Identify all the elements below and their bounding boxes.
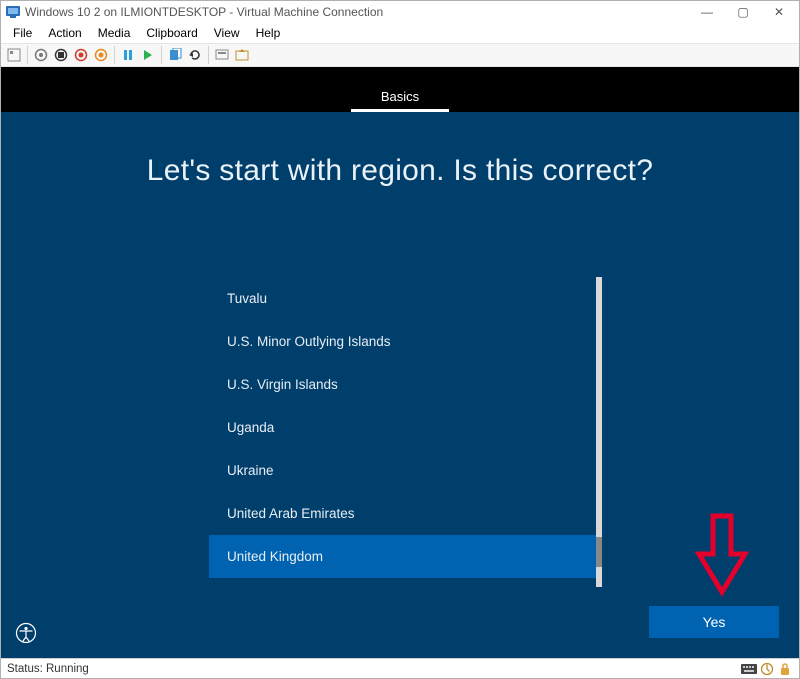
region-label: United Arab Emirates [227, 506, 355, 521]
toolbar [1, 43, 799, 67]
region-option[interactable]: U.S. Virgin Islands [209, 363, 596, 406]
region-label: United Kingdom [227, 549, 323, 564]
speaker-status-icon [759, 661, 775, 677]
status-bar: Status: Running [1, 658, 799, 678]
oobe-tabstrip: Basics [1, 67, 799, 112]
reset-button[interactable] [139, 46, 157, 64]
close-button[interactable]: ✕ [761, 1, 797, 23]
maximize-button[interactable]: ▢ [725, 1, 761, 23]
region-option[interactable]: United Arab Emirates [209, 492, 596, 535]
minimize-button[interactable]: — [689, 1, 725, 23]
menu-file[interactable]: File [7, 24, 38, 42]
region-scrollbar[interactable] [596, 277, 602, 587]
menu-view[interactable]: View [208, 24, 246, 42]
app-icon [5, 4, 21, 20]
region-option[interactable]: Tuvalu [209, 277, 596, 320]
region-option[interactable]: U.S. Minor Outlying Islands [209, 320, 596, 363]
pause-button[interactable] [119, 46, 137, 64]
region-label: Tuvalu [227, 291, 267, 306]
menu-bar: File Action Media Clipboard View Help [1, 23, 799, 43]
ctrl-alt-del-button[interactable] [5, 46, 23, 64]
enhanced-session-button[interactable] [213, 46, 231, 64]
lock-status-icon [777, 661, 793, 677]
region-label: U.S. Minor Outlying Islands [227, 334, 391, 349]
shutdown-button[interactable] [72, 46, 90, 64]
vm-connection-window: Windows 10 2 on ILMIONTDESKTOP - Virtual… [0, 0, 800, 679]
region-listbox[interactable]: Tuvalu U.S. Minor Outlying Islands U.S. … [209, 277, 596, 587]
vm-display: Basics Let's start with region. Is this … [1, 67, 799, 658]
region-label: Ukraine [227, 463, 274, 478]
keyboard-status-icon [741, 661, 757, 677]
annotation-arrow-icon [695, 512, 749, 598]
window-title: Windows 10 2 on ILMIONTDESKTOP - Virtual… [25, 5, 383, 19]
toolbar-separator [208, 46, 209, 64]
region-label: Uganda [227, 420, 274, 435]
region-label: U.S. Virgin Islands [227, 377, 338, 392]
toolbar-separator [114, 46, 115, 64]
region-option[interactable]: Uganda [209, 406, 596, 449]
toolbar-separator [161, 46, 162, 64]
menu-action[interactable]: Action [42, 24, 87, 42]
region-option[interactable]: Ukraine [209, 449, 596, 492]
yes-button[interactable]: Yes [649, 606, 779, 638]
scroll-thumb[interactable] [596, 537, 602, 567]
title-bar: Windows 10 2 on ILMIONTDESKTOP - Virtual… [1, 1, 799, 23]
save-state-button[interactable] [92, 46, 110, 64]
tab-basics[interactable]: Basics [351, 79, 449, 112]
oobe-page: Let's start with region. Is this correct… [1, 112, 799, 658]
checkpoint-button[interactable] [166, 46, 184, 64]
menu-clipboard[interactable]: Clipboard [140, 24, 203, 42]
turn-off-button[interactable] [52, 46, 70, 64]
start-button[interactable] [32, 46, 50, 64]
status-text: Status: Running [7, 663, 89, 675]
page-heading: Let's start with region. Is this correct… [1, 112, 799, 188]
share-button[interactable] [233, 46, 251, 64]
toolbar-separator [27, 46, 28, 64]
menu-help[interactable]: Help [250, 24, 287, 42]
ease-of-access-button[interactable] [15, 622, 37, 644]
yes-label: Yes [703, 614, 726, 630]
menu-media[interactable]: Media [92, 24, 137, 42]
region-option-selected[interactable]: United Kingdom [209, 535, 596, 578]
revert-button[interactable] [186, 46, 204, 64]
